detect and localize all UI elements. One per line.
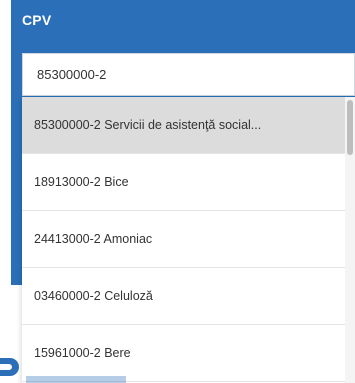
autocomplete-option-label: 85300000-2 Servicii de asistenţă social.… (34, 118, 262, 132)
autocomplete-option[interactable]: 85300000-2 Servicii de asistenţă social.… (22, 97, 355, 154)
autocomplete-option[interactable]: 24413000-2 Amoniac (22, 211, 355, 268)
cpv-autocomplete-dropdown: 85300000-2 Servicii de asistenţă social.… (22, 97, 355, 383)
autocomplete-option[interactable]: 15961000-2 Bere (22, 325, 355, 382)
autocomplete-option-label: 18913000-2 Bice (34, 175, 129, 189)
autocomplete-option-label: 15961000-2 Bere (34, 346, 131, 360)
autocomplete-option[interactable]: 03460000-2 Celuloză (22, 268, 355, 325)
cpv-field-label: CPV (22, 12, 52, 28)
logo-fragment-icon (0, 358, 19, 376)
autocomplete-option[interactable]: 18913000-2 Bice (22, 154, 355, 211)
dropdown-scrollbar[interactable] (345, 97, 355, 383)
cpv-search-input[interactable] (22, 53, 355, 96)
logo-strip (26, 376, 126, 383)
autocomplete-option-label: 03460000-2 Celuloză (34, 289, 153, 303)
dropdown-scrollbar-thumb[interactable] (347, 100, 353, 155)
autocomplete-option-label: 24413000-2 Amoniac (34, 232, 153, 246)
